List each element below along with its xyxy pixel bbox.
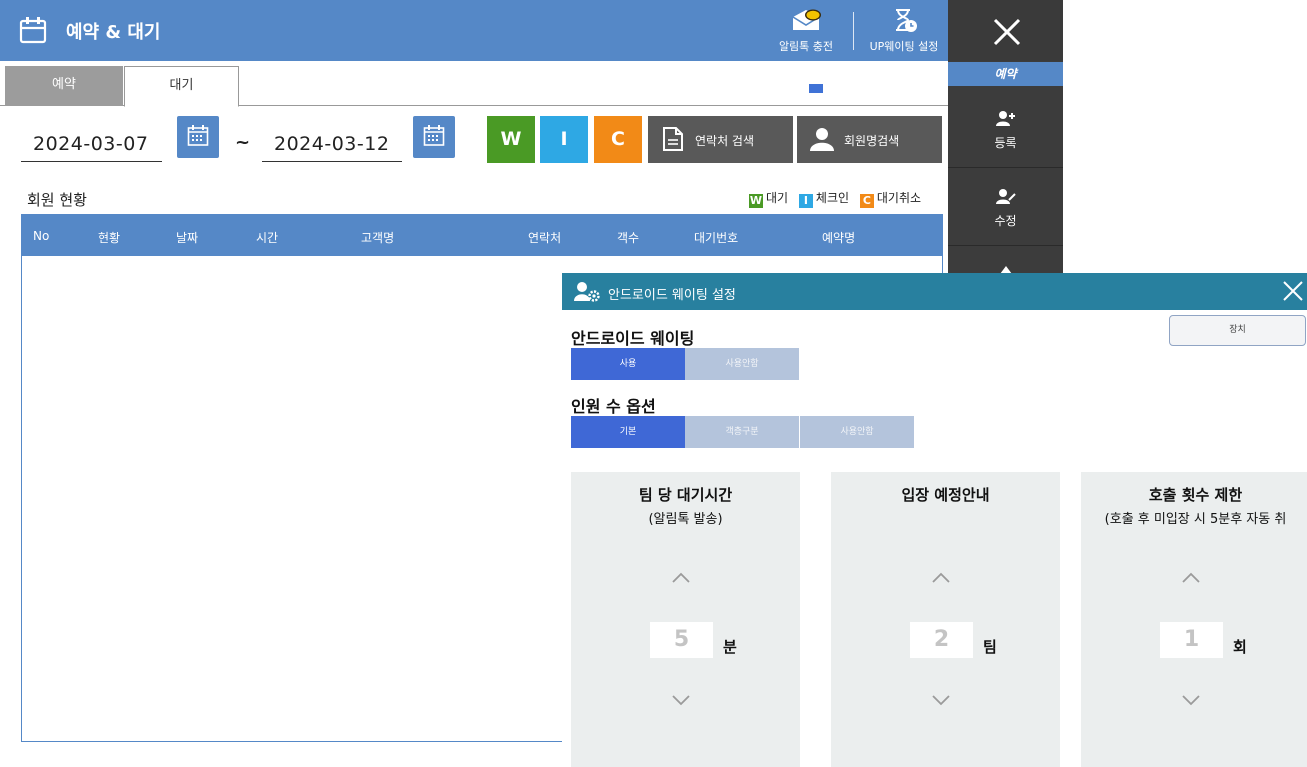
mode-label: 예약 xyxy=(948,62,1063,86)
status-legend: W 대기 I 체크인 C 대기취소 xyxy=(749,189,928,208)
dialog-title: 안드로이드 웨이팅 설정 xyxy=(608,288,736,303)
tab-waiting[interactable]: 대기 xyxy=(124,66,239,107)
panel-subtitle: (호출 후 미입장 시 5분후 자동 취 xyxy=(1104,512,1287,527)
decrease-chevron-down-icon[interactable] xyxy=(671,694,691,708)
increase-chevron-up-icon[interactable] xyxy=(931,570,951,584)
calendar-icon xyxy=(187,125,209,146)
tab-bar: 예약 대기 xyxy=(0,61,948,107)
sidebar-item-label: 수정 xyxy=(994,214,1017,228)
column-header-no[interactable]: No xyxy=(33,229,49,243)
tab-reservation[interactable]: 예약 xyxy=(5,66,123,106)
end-date-picker-button[interactable] xyxy=(413,116,455,158)
calendar-icon xyxy=(19,17,47,44)
date-range-separator: ~ xyxy=(235,132,251,153)
start-date-picker-button[interactable] xyxy=(177,116,219,158)
decrease-chevron-down-icon[interactable] xyxy=(1181,694,1201,708)
user-settings-icon xyxy=(574,282,600,302)
dialog-header: 안드로이드 웨이팅 설정 xyxy=(562,273,1307,310)
up-waiting-settings-label: UP웨이팅 설정 xyxy=(869,40,939,53)
panel-title: 호출 횟수 제한 xyxy=(1148,486,1243,504)
column-header-waiting-number[interactable]: 대기번호 xyxy=(694,229,738,246)
legend-checkin: I 체크인 xyxy=(798,191,849,208)
android-waiting-title: 안드로이드 웨이팅 xyxy=(571,329,695,348)
member-name-search-label: 회원명검색 xyxy=(844,134,900,148)
filter-cancel-button[interactable]: C xyxy=(594,116,642,163)
column-header-time[interactable]: 시간 xyxy=(256,229,278,246)
end-date-field[interactable]: 2024-03-12 xyxy=(262,122,402,162)
page-title: 예약 & 대기 xyxy=(66,22,161,43)
panel-title: 입장 예정안내 xyxy=(901,486,990,504)
legend-waiting: W 대기 xyxy=(749,191,789,208)
close-button[interactable] xyxy=(948,0,1063,61)
contact-search-label: 연락처 검색 xyxy=(695,134,755,148)
call-limit-panel: 호출 횟수 제한 (호출 후 미입장 시 5분후 자동 취 1 회 xyxy=(1081,472,1307,767)
alimtalk-charge-label: 알림톡 충전 xyxy=(778,40,834,53)
table-header: No 현황 날짜 시간 고객명 연락처 객수 대기번호 예약명 xyxy=(21,214,943,256)
status-indicator xyxy=(809,84,823,93)
hourglass-icon xyxy=(896,9,917,32)
edit-user-icon xyxy=(995,189,1016,204)
calendar-icon xyxy=(423,125,445,146)
entry-notice-value[interactable]: 2 xyxy=(910,622,973,658)
wait-time-per-team-panel: 팀 당 대기시간 (알림톡 발송) 5 분 xyxy=(571,472,800,767)
start-date-field[interactable]: 2024-03-07 xyxy=(21,122,162,162)
headcount-customer-type-option[interactable]: 객층구분 xyxy=(685,416,799,448)
android-waiting-use-option[interactable]: 사용 xyxy=(571,348,685,380)
document-icon xyxy=(663,127,683,151)
android-waiting-disable-option[interactable]: 사용안함 xyxy=(685,348,799,380)
device-button[interactable]: 장치 xyxy=(1169,315,1306,346)
sidebar-item-edit[interactable]: 수정 xyxy=(948,170,1063,246)
member-status-title: 회원 현황 xyxy=(27,191,87,209)
android-waiting-settings-dialog: 안드로이드 웨이팅 설정 장치 안드로이드 웨이팅 사용 사용안함 인원 수 옵… xyxy=(562,273,1307,767)
alimtalk-charge-button[interactable]: 알림톡 충전 xyxy=(770,4,842,58)
column-header-date[interactable]: 날짜 xyxy=(176,229,198,246)
wait-time-unit: 분 xyxy=(723,638,737,656)
sidebar-item-label: 등록 xyxy=(994,136,1017,150)
member-name-search-button[interactable]: 회원명검색 xyxy=(797,116,942,163)
panel-subtitle: (알림톡 발송) xyxy=(648,512,723,527)
decrease-chevron-down-icon[interactable] xyxy=(931,694,951,708)
increase-chevron-up-icon[interactable] xyxy=(671,570,691,584)
column-header-party-size[interactable]: 객수 xyxy=(617,229,639,246)
column-header-status[interactable]: 현황 xyxy=(98,229,120,246)
app-header: 예약 & 대기 알림톡 충전 UP웨이팅 설정 xyxy=(0,0,948,61)
header-divider xyxy=(853,12,854,50)
right-sidebar: 예약 등록 수정 xyxy=(948,0,1063,275)
entry-notice-unit: 팀 xyxy=(983,638,997,656)
add-user-icon xyxy=(995,111,1015,126)
envelope-talk-icon xyxy=(792,9,821,30)
user-icon xyxy=(810,128,834,151)
sidebar-item-register[interactable]: 등록 xyxy=(948,92,1063,168)
column-header-reservation-name[interactable]: 예약명 xyxy=(822,229,855,246)
up-waiting-settings-button[interactable]: UP웨이팅 설정 xyxy=(860,4,948,58)
column-header-contact[interactable]: 연락처 xyxy=(528,229,561,246)
filter-checkin-button[interactable]: I xyxy=(540,116,588,163)
dialog-close-icon[interactable] xyxy=(1282,280,1304,302)
increase-chevron-up-icon[interactable] xyxy=(1181,570,1201,584)
legend-cancel: C 대기취소 xyxy=(859,191,921,208)
headcount-basic-option[interactable]: 기본 xyxy=(571,416,685,448)
panel-title: 팀 당 대기시간 xyxy=(638,486,733,504)
column-header-customer[interactable]: 고객명 xyxy=(361,229,394,246)
headcount-disable-option[interactable]: 사용안함 xyxy=(800,416,914,448)
call-limit-unit: 회 xyxy=(1233,638,1247,656)
contact-search-button[interactable]: 연락처 검색 xyxy=(648,116,793,163)
headcount-option-title: 인원 수 옵션 xyxy=(571,397,656,416)
filter-waiting-button[interactable]: W xyxy=(487,116,535,163)
call-limit-value[interactable]: 1 xyxy=(1160,622,1223,658)
close-icon xyxy=(993,18,1021,46)
wait-time-value[interactable]: 5 xyxy=(650,622,713,658)
entry-notice-panel: 입장 예정안내 2 팀 xyxy=(831,472,1060,767)
